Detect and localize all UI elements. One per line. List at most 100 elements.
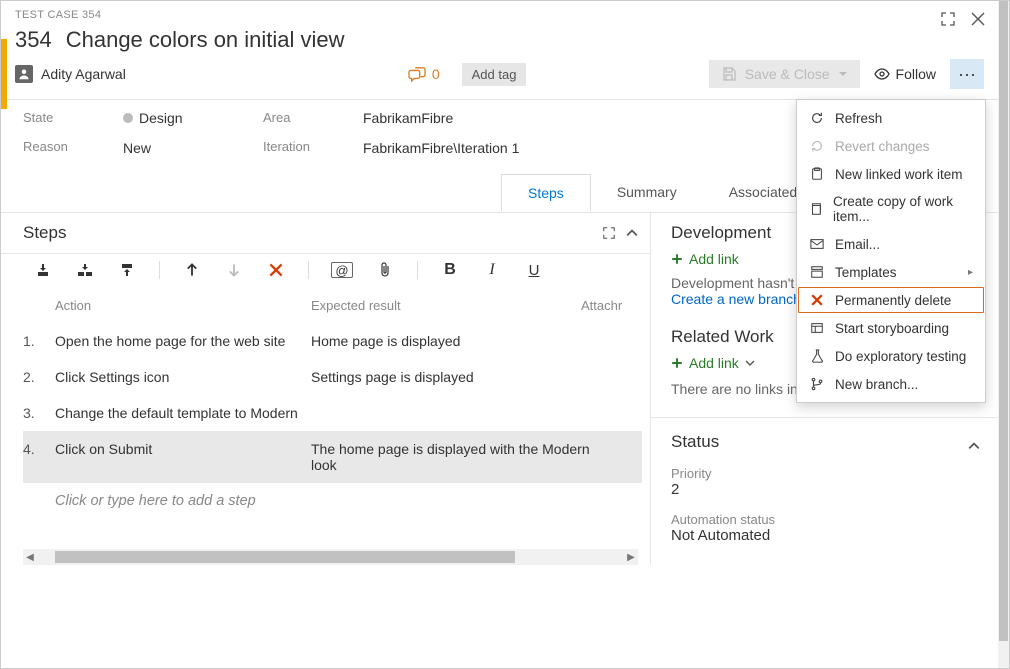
iteration-label: Iteration [263, 139, 323, 154]
step-action[interactable]: Open the home page for the web site [55, 333, 311, 349]
clipboard-icon [809, 166, 825, 182]
step-row[interactable]: 2. Click Settings icon Settings page is … [23, 359, 642, 395]
work-item-dialog: TEST CASE 354 354 Change colors on initi… [0, 0, 1010, 669]
underline-icon[interactable]: U [524, 260, 544, 280]
reason-label: Reason [23, 139, 83, 154]
more-actions-button[interactable]: ··· [950, 59, 984, 89]
col-expected-header: Expected result [311, 298, 581, 313]
ellipsis-icon: ··· [958, 64, 976, 85]
scroll-right-icon[interactable]: ▶ [624, 549, 638, 565]
status-title: Status [671, 432, 719, 452]
comments-count[interactable]: 0 [408, 66, 440, 82]
menu-email[interactable]: Email... [797, 230, 985, 258]
branch-icon [809, 376, 825, 392]
work-item-color-bar [1, 39, 7, 109]
menu-exploratory[interactable]: Do exploratory testing [797, 342, 985, 370]
state-value[interactable]: Design [123, 110, 223, 126]
italic-icon[interactable]: I [482, 260, 502, 280]
fullscreen-icon[interactable] [938, 9, 958, 29]
header: TEST CASE 354 354 Change colors on initi… [1, 1, 998, 53]
step-expected[interactable]: Settings page is displayed [311, 369, 611, 385]
bold-icon[interactable]: B [440, 260, 460, 280]
menu-create-copy[interactable]: Create copy of work item... [797, 188, 985, 230]
attachment-icon[interactable] [375, 260, 395, 280]
work-item-title[interactable]: Change colors on initial view [66, 27, 345, 53]
scroll-left-icon[interactable]: ◀ [23, 549, 37, 565]
automation-status-label: Automation status [671, 512, 980, 527]
related-work-title: Related Work [671, 327, 774, 347]
assignee-row: Adity Agarwal 0 Add tag Save & Close [1, 53, 998, 99]
assignee-field[interactable]: Adity Agarwal [15, 65, 126, 83]
step-expected[interactable]: Home page is displayed [311, 333, 611, 349]
priority-value[interactable]: 2 [671, 481, 980, 498]
state-dot-icon [123, 113, 133, 123]
save-and-close-button: Save & Close [709, 60, 860, 88]
work-item-type-label: TEST CASE 354 [15, 9, 984, 21]
more-actions-menu: Refresh Revert changes New linked work i… [796, 99, 986, 403]
iteration-value[interactable]: FabrikamFibre\Iteration 1 [363, 140, 519, 156]
save-icon [721, 66, 737, 82]
menu-revert[interactable]: Revert changes [797, 132, 985, 160]
storyboard-icon [809, 320, 825, 336]
menu-new-linked[interactable]: New linked work item [797, 160, 985, 188]
step-action[interactable]: Click Settings icon [55, 369, 311, 385]
horizontal-scrollbar[interactable]: ◀ ▶ [23, 549, 638, 565]
col-attachments-header: Attachr [581, 298, 650, 313]
col-action-header: Action [55, 298, 311, 313]
priority-label: Priority [671, 466, 980, 481]
delete-step-icon[interactable] [266, 260, 286, 280]
flask-icon [809, 348, 825, 364]
plus-icon [671, 357, 683, 369]
scroll-thumb[interactable] [55, 551, 515, 563]
scroll-thumb[interactable] [999, 1, 1008, 641]
undo-icon [809, 138, 825, 154]
copy-icon [809, 201, 823, 217]
assignee-name: Adity Agarwal [41, 66, 126, 82]
expand-icon[interactable] [602, 226, 616, 240]
chevron-down-icon [838, 69, 848, 79]
create-branch-link[interactable]: Create a new branch [671, 291, 801, 307]
menu-refresh[interactable]: Refresh [797, 104, 985, 132]
insert-param-icon[interactable] [117, 260, 137, 280]
insert-step-icon[interactable] [33, 260, 53, 280]
step-expected[interactable]: The home page is displayed with the Mode… [311, 441, 611, 473]
steps-section-title: Steps [23, 223, 66, 243]
comment-icon [408, 66, 426, 82]
steps-table: 1. Open the home page for the web site H… [23, 323, 650, 519]
person-icon [15, 65, 33, 83]
step-action[interactable]: Change the default template to Modern [55, 405, 311, 421]
menu-new-branch[interactable]: New branch... [797, 370, 985, 398]
steps-toolbar: @ B I U [23, 254, 650, 292]
close-icon[interactable] [968, 9, 988, 29]
step-action[interactable]: Click on Submit [55, 441, 311, 457]
move-up-icon[interactable] [182, 260, 202, 280]
tab-steps[interactable]: Steps [501, 174, 591, 211]
add-step-placeholder[interactable]: Click or type here to add a step [23, 483, 642, 519]
menu-permanently-delete[interactable]: Permanently delete [797, 286, 985, 314]
email-icon [809, 236, 825, 252]
area-value[interactable]: FabrikamFibre [363, 110, 519, 126]
eye-icon [874, 66, 890, 82]
chevron-right-icon: ▸ [968, 267, 973, 278]
add-tag-button[interactable]: Add tag [462, 63, 527, 86]
step-row[interactable]: 1. Open the home page for the web site H… [23, 323, 642, 359]
tab-summary[interactable]: Summary [591, 174, 703, 211]
step-row[interactable]: 3. Change the default template to Modern [23, 395, 642, 431]
step-row[interactable]: 4. Click on Submit The home page is disp… [23, 431, 642, 483]
refresh-icon [809, 110, 825, 126]
insert-shared-step-icon[interactable] [75, 260, 95, 280]
move-down-icon [224, 260, 244, 280]
reason-value[interactable]: New [123, 140, 223, 156]
menu-storyboarding[interactable]: Start storyboarding [797, 314, 985, 342]
delete-x-icon [809, 292, 825, 308]
chevron-down-icon [745, 358, 755, 368]
follow-button[interactable]: Follow [870, 60, 940, 88]
collapse-chevron-icon[interactable] [968, 440, 980, 452]
automation-status-value[interactable]: Not Automated [671, 527, 980, 544]
development-title: Development [671, 223, 771, 243]
menu-templates[interactable]: Templates ▸ [797, 258, 985, 286]
collapse-chevron-icon[interactable] [626, 227, 638, 239]
work-item-id: 354 [15, 27, 52, 53]
param-at-icon[interactable]: @ [331, 262, 353, 278]
vertical-scrollbar[interactable] [998, 1, 1009, 668]
